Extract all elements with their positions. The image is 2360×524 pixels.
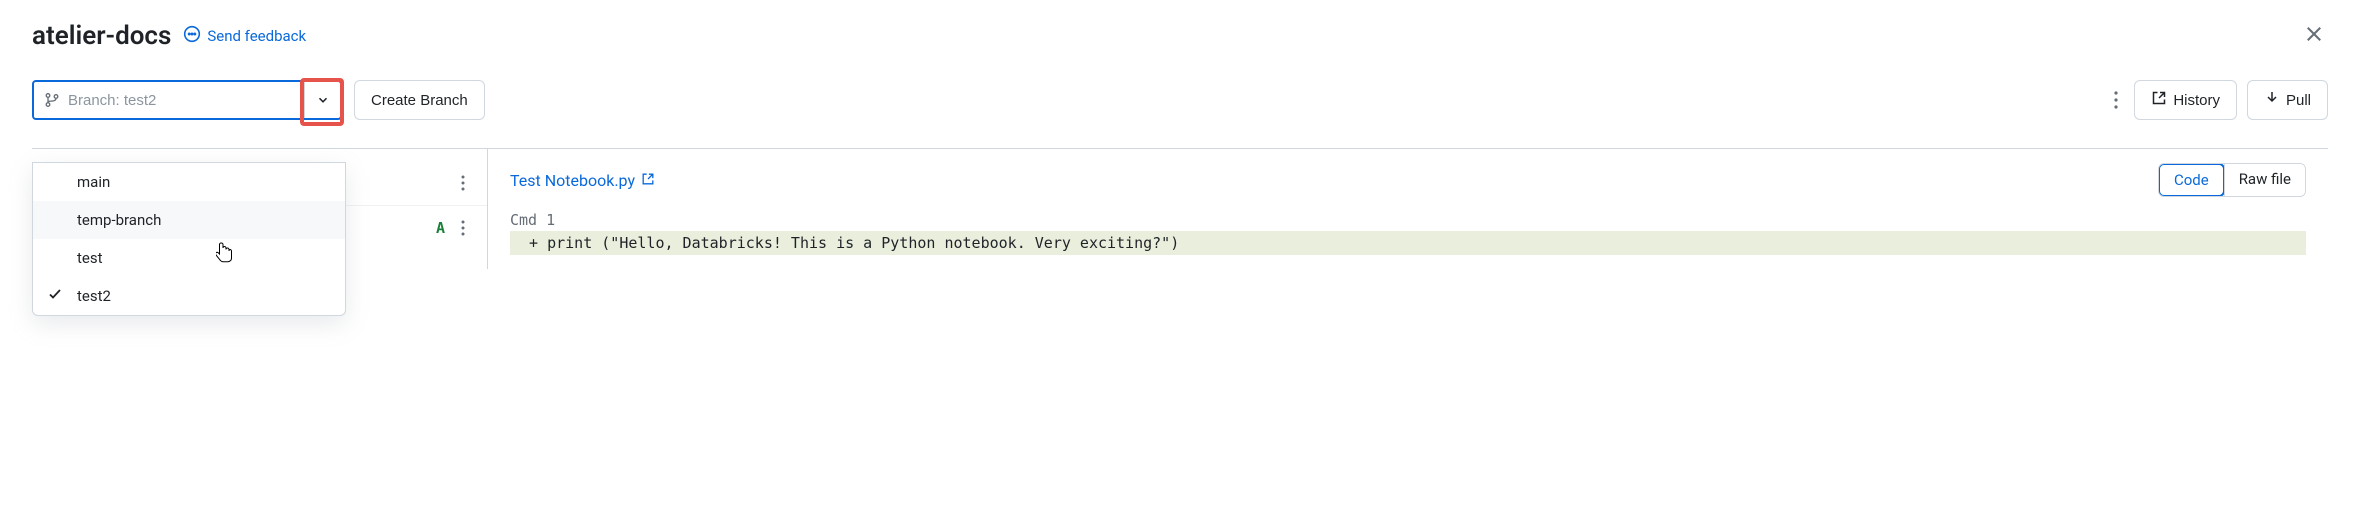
branch-icon [34, 92, 60, 108]
diff-content: Cmd 1 + print ("Hello, Databricks! This … [510, 209, 2306, 255]
external-link-icon [641, 171, 655, 190]
branch-option-main[interactable]: main [33, 163, 345, 201]
branch-input[interactable] [60, 82, 304, 118]
branch-option-label: test2 [77, 287, 111, 305]
external-link-icon [2151, 90, 2167, 110]
check-icon [47, 286, 63, 306]
branch-option-label: main [77, 173, 110, 191]
branch-selector[interactable] [32, 80, 342, 120]
page-title: atelier-docs [32, 21, 171, 51]
view-code-tab[interactable]: Code [2158, 163, 2225, 197]
pull-label: Pull [2286, 92, 2311, 109]
history-label: History [2173, 92, 2220, 109]
branch-option-label: temp-branch [77, 211, 161, 229]
create-branch-button[interactable]: Create Branch [354, 80, 485, 120]
diff-added-line: + print ("Hello, Databricks! This is a P… [510, 231, 2306, 255]
branch-dropdown-menu: main temp-branch test test2 [32, 162, 346, 316]
branch-option-temp-branch[interactable]: temp-branch [33, 201, 345, 239]
file-detail-panel: Test Notebook.py Code Raw file Cmd 1 + p… [488, 149, 2328, 269]
view-raw-tab[interactable]: Raw file [2224, 164, 2305, 196]
feedback-icon [183, 25, 201, 47]
branch-dropdown-toggle[interactable] [304, 82, 340, 118]
tree-more-button[interactable] [455, 169, 471, 197]
cmd-number-label: Cmd 1 [510, 209, 2306, 231]
history-button[interactable]: History [2134, 80, 2237, 120]
added-status-badge: A [436, 219, 445, 237]
branch-option-test2[interactable]: test2 [33, 277, 345, 315]
close-button[interactable] [2300, 20, 2328, 52]
more-actions-button[interactable] [2108, 85, 2124, 115]
feedback-label: Send feedback [207, 27, 306, 45]
branch-option-label: test [77, 249, 103, 267]
file-name-link[interactable]: Test Notebook.py [510, 171, 655, 190]
view-mode-toggle: Code Raw file [2158, 163, 2306, 197]
download-icon [2264, 90, 2280, 110]
pull-button[interactable]: Pull [2247, 80, 2328, 120]
branch-option-test[interactable]: test [33, 239, 345, 277]
tree-row-more-button[interactable] [455, 214, 471, 242]
send-feedback-link[interactable]: Send feedback [183, 25, 306, 47]
file-name-text: Test Notebook.py [510, 171, 635, 190]
